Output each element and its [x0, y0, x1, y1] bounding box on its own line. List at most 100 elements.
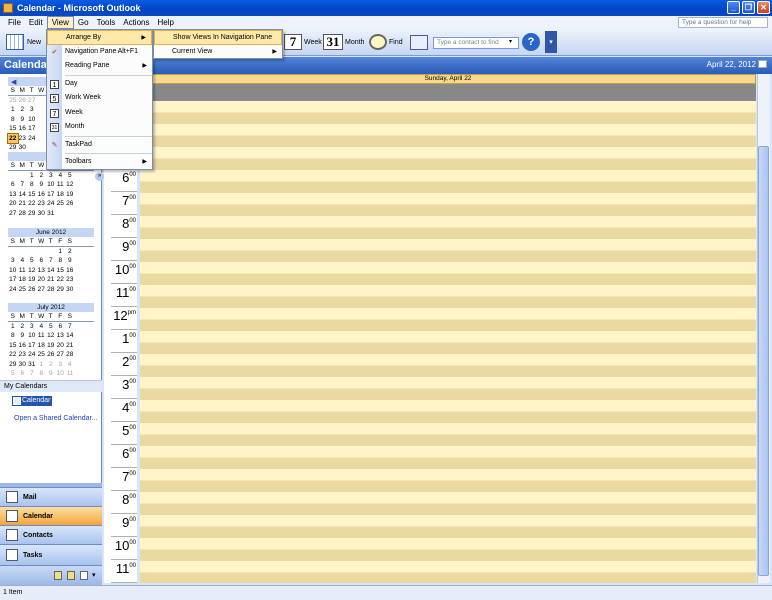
day-cell[interactable]: 10: [46, 180, 56, 190]
menu-edit[interactable]: Edit: [25, 16, 47, 29]
day-cell[interactable]: 30: [65, 285, 75, 295]
day-cell[interactable]: 9: [18, 331, 28, 341]
day-cell[interactable]: 10: [27, 331, 37, 341]
day-cell[interactable]: 23: [18, 350, 28, 360]
day-cell[interactable]: 24: [27, 350, 37, 360]
day-cell[interactable]: 28: [46, 285, 56, 295]
day-cell[interactable]: 23: [37, 199, 47, 209]
day-cell[interactable]: 5: [46, 322, 56, 332]
help-search-input[interactable]: Type a question for help: [678, 17, 768, 28]
day-cell[interactable]: 8: [37, 369, 47, 379]
day-cell[interactable]: 5: [27, 256, 37, 266]
prev-month-arrow[interactable]: ◀: [11, 78, 16, 86]
day-cell[interactable]: 2: [18, 105, 28, 115]
day-cell[interactable]: 8: [8, 331, 18, 341]
day-cell[interactable]: 22: [7, 132, 19, 144]
menu-go[interactable]: Go: [74, 16, 93, 29]
toolbar-options-button[interactable]: ▾: [545, 31, 557, 53]
day-cell[interactable]: 26: [46, 350, 56, 360]
maximize-button[interactable]: ❐: [742, 1, 755, 14]
day-cell[interactable]: 11: [56, 180, 66, 190]
all-day-area[interactable]: [104, 84, 756, 101]
day-cell[interactable]: 11: [37, 331, 47, 341]
day-cell[interactable]: 1: [56, 247, 66, 257]
day-cell[interactable]: 1: [37, 360, 47, 370]
menu-item-taskpad[interactable]: ✎ TaskPad: [47, 138, 152, 153]
calendar-list-item[interactable]: Calendar: [12, 396, 52, 406]
menu-item-current-view[interactable]: Current View ▶: [154, 45, 282, 60]
day-cell[interactable]: 25: [18, 285, 28, 295]
expand-menu-button[interactable]: »: [47, 170, 152, 181]
day-cell[interactable]: 20: [8, 199, 18, 209]
day-cell[interactable]: 29: [27, 209, 37, 219]
day-cell[interactable]: 24: [27, 134, 37, 144]
day-cell[interactable]: 1: [8, 322, 18, 332]
day-cell[interactable]: 10: [8, 266, 18, 276]
day-cell[interactable]: 9: [18, 115, 28, 125]
day-cell[interactable]: 23: [18, 134, 28, 144]
day-cell[interactable]: 30: [37, 209, 47, 219]
day-cell[interactable]: 13: [8, 190, 18, 200]
day-cell[interactable]: 14: [18, 190, 28, 200]
menu-item-day[interactable]: 1 Day: [47, 77, 152, 92]
menu-item-reading-pane[interactable]: Reading Pane ▶: [47, 59, 152, 74]
day-cell[interactable]: 6: [8, 180, 18, 190]
week-view-button[interactable]: 7 Week: [284, 32, 322, 52]
menu-tools[interactable]: Tools: [93, 16, 120, 29]
day-cell[interactable]: 7: [18, 180, 28, 190]
day-cell[interactable]: 27: [27, 96, 37, 106]
nav-button-calendar[interactable]: Calendar: [0, 506, 102, 525]
day-cell[interactable]: 12: [27, 266, 37, 276]
day-cell[interactable]: 15: [8, 341, 18, 351]
day-cell[interactable]: 6: [37, 256, 47, 266]
day-cell[interactable]: 19: [65, 190, 75, 200]
day-cell[interactable]: 3: [56, 360, 66, 370]
day-cell[interactable]: 9: [65, 256, 75, 266]
day-cell[interactable]: 17: [46, 190, 56, 200]
day-cell[interactable]: 7: [65, 322, 75, 332]
day-cell[interactable]: 8: [8, 115, 18, 125]
day-cell[interactable]: 7: [46, 256, 56, 266]
day-cell[interactable]: 11: [65, 369, 75, 379]
day-cell[interactable]: 8: [27, 180, 37, 190]
day-cell[interactable]: 17: [27, 341, 37, 351]
day-cell[interactable]: 2: [37, 171, 47, 181]
day-cell[interactable]: 6: [18, 369, 28, 379]
day-cell[interactable]: 13: [37, 266, 47, 276]
day-cell[interactable]: 15: [8, 124, 18, 134]
day-cell[interactable]: 24: [8, 285, 18, 295]
day-cell[interactable]: 16: [65, 266, 75, 276]
minimize-button[interactable]: _: [727, 1, 740, 14]
day-cell[interactable]: 25: [8, 96, 18, 106]
day-cell[interactable]: 1: [27, 171, 37, 181]
day-cell[interactable]: 27: [8, 209, 18, 219]
close-button[interactable]: ✕: [757, 1, 770, 14]
day-cell[interactable]: 17: [8, 275, 18, 285]
menu-item-month[interactable]: 31 Month: [47, 120, 152, 135]
day-cell[interactable]: 3: [27, 105, 37, 115]
find-button[interactable]: Find: [369, 32, 403, 52]
day-cell[interactable]: 16: [18, 341, 28, 351]
day-cell[interactable]: 11: [18, 266, 28, 276]
day-cell[interactable]: 27: [37, 285, 47, 295]
day-cell[interactable]: 3: [27, 322, 37, 332]
day-cell[interactable]: 31: [46, 209, 56, 219]
day-cell[interactable]: 1: [8, 105, 18, 115]
day-header[interactable]: Sunday, April 22: [140, 74, 756, 84]
day-cell[interactable]: 26: [27, 285, 37, 295]
day-cell[interactable]: 24: [46, 199, 56, 209]
nav-button-contacts[interactable]: Contacts: [0, 525, 102, 544]
shortcuts-icon[interactable]: [80, 571, 88, 580]
day-cell[interactable]: 23: [65, 275, 75, 285]
day-cell[interactable]: 31: [27, 360, 37, 370]
day-cell[interactable]: 22: [8, 350, 18, 360]
day-cell[interactable]: 26: [18, 96, 28, 106]
day-cell[interactable]: 30: [18, 360, 28, 370]
day-cell[interactable]: 14: [65, 331, 75, 341]
day-cell[interactable]: 26: [65, 199, 75, 209]
day-cell[interactable]: 12: [65, 180, 75, 190]
scrollbar-thumb[interactable]: [758, 146, 769, 576]
menu-help[interactable]: Help: [153, 16, 177, 29]
day-cell[interactable]: 4: [37, 322, 47, 332]
day-cell[interactable]: 2: [65, 247, 75, 257]
